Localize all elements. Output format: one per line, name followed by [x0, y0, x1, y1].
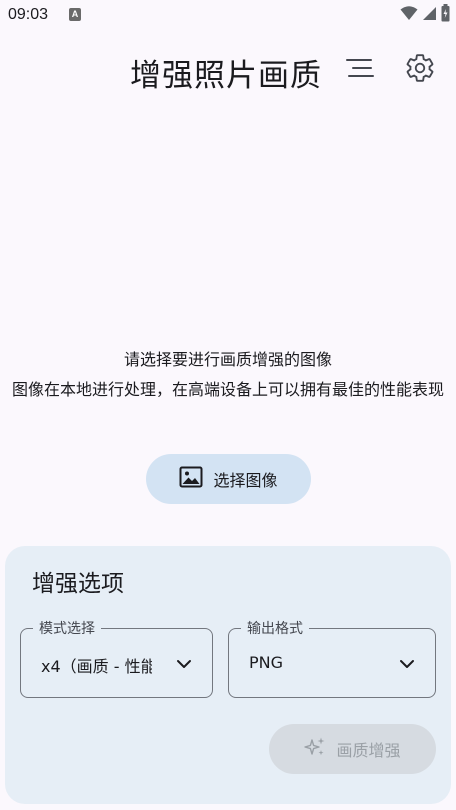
- enhance-button[interactable]: 画质增强: [269, 724, 436, 774]
- image-icon: [179, 466, 203, 492]
- chevron-down-icon: [174, 654, 194, 674]
- select-image-button[interactable]: 选择图像: [146, 454, 311, 504]
- enhance-options-card: 增强选项 模式选择 x4（画质 - 性能 输出格式 PNG 画质增强: [5, 546, 451, 804]
- signal-icon: [422, 5, 437, 25]
- options-title: 增强选项: [32, 571, 124, 597]
- status-icons: [400, 4, 450, 26]
- chevron-down-icon: [397, 654, 417, 674]
- sparkle-icon: [304, 736, 326, 762]
- status-bar: 09:03 A: [0, 0, 456, 32]
- mode-select-label: 模式选择: [33, 618, 101, 638]
- empty-state-description: 图像在本地进行处理，在高端设备上可以拥有最佳的性能表现: [11, 380, 444, 399]
- menu-button[interactable]: [342, 54, 378, 86]
- mode-select-value: x4（画质 - 性能: [41, 657, 152, 676]
- wifi-icon: [400, 5, 418, 25]
- select-image-label: 选择图像: [213, 471, 278, 490]
- output-format-label: 输出格式: [241, 618, 309, 638]
- notification-a-icon: A: [69, 8, 81, 21]
- status-time: 09:03: [8, 6, 49, 23]
- enhance-button-label: 画质增强: [336, 741, 401, 760]
- battery-icon: [441, 4, 450, 26]
- mode-select-dropdown[interactable]: 模式选择 x4（画质 - 性能: [20, 618, 213, 698]
- output-format-value: PNG: [249, 653, 284, 672]
- empty-state-title: 请选择要进行画质增强的图像: [123, 350, 332, 369]
- gear-icon: [404, 52, 436, 88]
- settings-button[interactable]: [402, 52, 438, 88]
- menu-lines-icon: [345, 57, 375, 83]
- page-title: 增强照片画质: [130, 58, 322, 94]
- output-format-dropdown[interactable]: 输出格式 PNG: [228, 618, 436, 698]
